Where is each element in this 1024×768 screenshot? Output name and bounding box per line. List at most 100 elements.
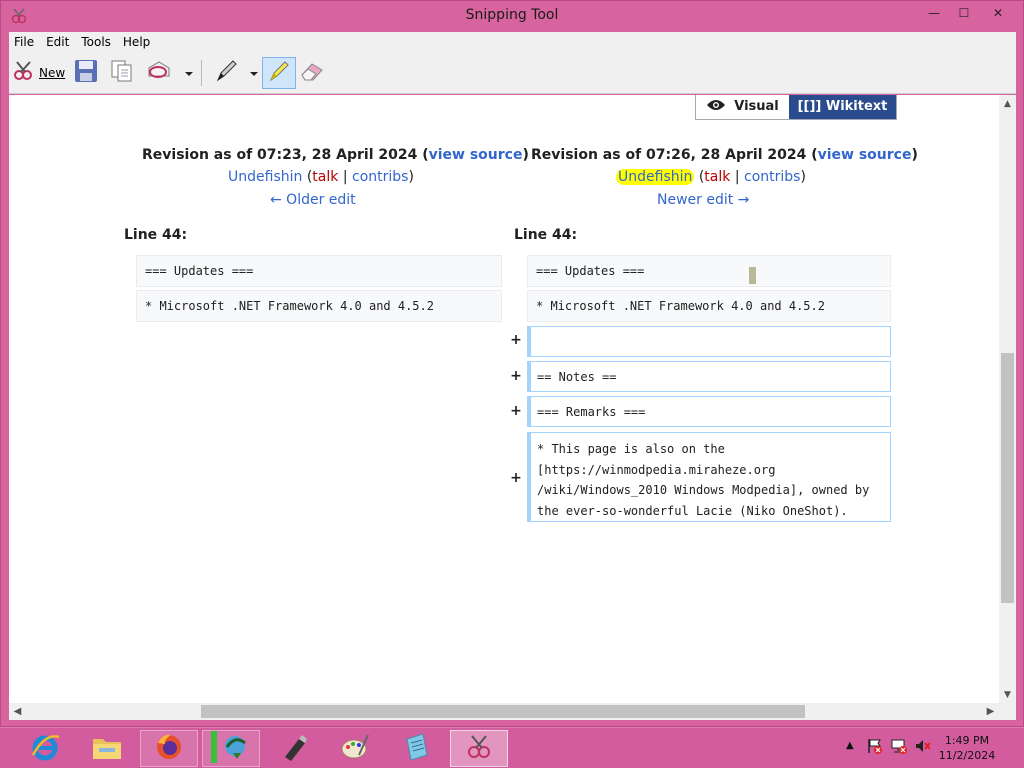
right-revision-suffix: )	[911, 147, 918, 163]
eraser-icon	[299, 58, 325, 88]
right-view-source-link[interactable]: view source	[818, 147, 912, 163]
menu-bar: File Edit Tools Help	[9, 32, 1016, 52]
menu-edit[interactable]: Edit	[46, 35, 69, 49]
send-snip-button[interactable]	[145, 57, 173, 89]
added-line-text: /wiki/Windows_2010 Windows Modpedia], ow…	[537, 483, 870, 497]
clock-time: 1:49 PM	[944, 734, 990, 747]
new-snip-button[interactable]: New	[12, 57, 65, 89]
left-user-link[interactable]: Undefishin	[228, 169, 302, 185]
copy-icon	[109, 58, 135, 88]
added-line-text: * This page is also on the	[537, 442, 725, 456]
pipe-separator: |	[338, 169, 352, 185]
menu-help[interactable]: Help	[123, 35, 150, 49]
scroll-left-icon[interactable]: ◀	[9, 703, 26, 720]
volume-muted-icon[interactable]	[914, 737, 932, 758]
left-revision-suffix: )	[522, 147, 529, 163]
right-revision-user: Undefishin (talk | contribs)	[616, 169, 806, 185]
snip-canvas[interactable]: Visual [[]] Wikitext Revision as of 07:2…	[9, 95, 999, 703]
network-icon[interactable]	[890, 737, 908, 758]
left-line-label: Line 44:	[124, 227, 188, 243]
scrollbar-corner	[999, 703, 1016, 720]
title-bar[interactable]: Snipping Tool — ☐ ✕	[1, 1, 1023, 31]
firefox-icon	[153, 731, 185, 767]
send-snip-dropdown[interactable]	[184, 57, 194, 89]
paren-close: )	[800, 169, 806, 185]
highlighter-button[interactable]	[262, 57, 296, 89]
added-line: == Notes ==	[527, 361, 891, 392]
left-revision-text: Revision as of 07:23, 28 April 2024 (	[142, 147, 429, 163]
file-explorer-icon	[91, 733, 123, 765]
left-talk-link[interactable]: talk	[312, 169, 338, 185]
dropdown-arrow-icon	[249, 64, 259, 83]
left-revision-title: Revision as of 07:23, 28 April 2024 (vie…	[142, 147, 529, 163]
internet-explorer-icon	[29, 731, 61, 767]
snipping-tool-icon	[464, 732, 494, 766]
scroll-up-icon[interactable]: ▲	[999, 95, 1016, 112]
added-line-marker: +	[510, 403, 522, 419]
right-context-line: * Microsoft .NET Framework 4.0 and 4.5.2	[527, 290, 891, 322]
copy-button[interactable]	[109, 57, 135, 89]
added-line-marker: +	[510, 332, 522, 348]
dropdown-arrow-icon	[184, 64, 194, 83]
newer-edit-link[interactable]: Newer edit →	[657, 192, 749, 208]
maximize-icon: ☐	[958, 6, 970, 20]
taskbar-snipping-tool[interactable]	[450, 730, 508, 767]
taskbar-file-explorer[interactable]	[78, 730, 136, 767]
paren-open: (	[302, 169, 313, 185]
left-revision-user: Undefishin (talk | contribs)	[228, 169, 414, 185]
added-line-text: the ever-so-wonderful Lacie (Niko OneSho…	[537, 503, 848, 518]
save-button[interactable]	[73, 57, 99, 89]
added-line-text: [https://winmodpedia.miraheze.org	[537, 462, 776, 477]
taskbar-download-manager[interactable]	[202, 730, 260, 767]
right-talk-link[interactable]: talk	[704, 169, 730, 185]
clock-date: 11/2/2024	[938, 749, 996, 762]
eraser-button[interactable]	[299, 57, 325, 89]
added-line: === Remarks ===	[527, 396, 891, 427]
taskbar-paint[interactable]	[326, 730, 384, 767]
send-snip-icon	[145, 58, 173, 88]
vertical-scrollbar[interactable]: ▲ ▼	[999, 95, 1016, 703]
taskbar-notepad[interactable]	[388, 730, 446, 767]
paren-open: (	[694, 169, 705, 185]
pen-button[interactable]	[213, 57, 239, 89]
system-clock[interactable]: 1:49 PM 11/2/2024	[932, 733, 1002, 763]
horizontal-scroll-thumb[interactable]	[201, 705, 805, 718]
taskbar-internet-explorer[interactable]	[16, 730, 74, 767]
scroll-right-icon[interactable]: ▶	[982, 703, 999, 720]
save-icon	[73, 58, 99, 88]
left-view-source-link[interactable]: view source	[429, 147, 523, 163]
close-icon: ✕	[992, 6, 1004, 20]
visual-tab[interactable]: Visual	[696, 95, 789, 119]
window-title: Snipping Tool	[465, 7, 559, 23]
download-manager-icon	[211, 730, 251, 767]
action-center-flag-icon[interactable]	[866, 737, 884, 758]
highlighter-icon	[267, 59, 291, 87]
toolbar: New	[9, 52, 1016, 94]
left-contribs-link[interactable]: contribs	[352, 169, 408, 185]
older-edit-link[interactable]: ← Older edit	[270, 192, 356, 208]
text-cursor-marker	[749, 267, 756, 284]
left-context-line: === Updates ===	[136, 255, 502, 287]
vertical-scroll-thumb[interactable]	[1001, 353, 1014, 603]
close-button[interactable]: ✕	[975, 2, 1021, 24]
menu-file[interactable]: File	[14, 35, 34, 49]
taskbar-usb-drive[interactable]	[264, 730, 322, 767]
minimize-icon: —	[928, 6, 940, 20]
menu-tools[interactable]: Tools	[81, 35, 111, 49]
taskbar-firefox[interactable]	[140, 730, 198, 767]
notepad-icon	[401, 731, 433, 767]
visual-label: Visual	[734, 99, 779, 114]
pen-dropdown[interactable]	[249, 57, 259, 89]
right-context-line: === Updates ===	[527, 255, 891, 287]
show-hidden-icons-icon[interactable]: ▲	[846, 740, 854, 751]
snipping-tool-window: Snipping Tool — ☐ ✕ File Edit Tools Help…	[0, 0, 1024, 727]
paren-close: )	[408, 169, 414, 185]
right-line-label: Line 44:	[514, 227, 578, 243]
wikitext-tab[interactable]: [[]] Wikitext	[789, 95, 896, 119]
right-user-link[interactable]: Undefishin	[616, 169, 695, 185]
right-contribs-link[interactable]: contribs	[744, 169, 800, 185]
left-context-line: * Microsoft .NET Framework 4.0 and 4.5.2	[136, 290, 502, 322]
horizontal-scrollbar[interactable]: ◀ ▶	[9, 703, 999, 720]
scroll-down-icon[interactable]: ▼	[999, 686, 1016, 703]
minimize-button[interactable]: —	[919, 2, 949, 24]
